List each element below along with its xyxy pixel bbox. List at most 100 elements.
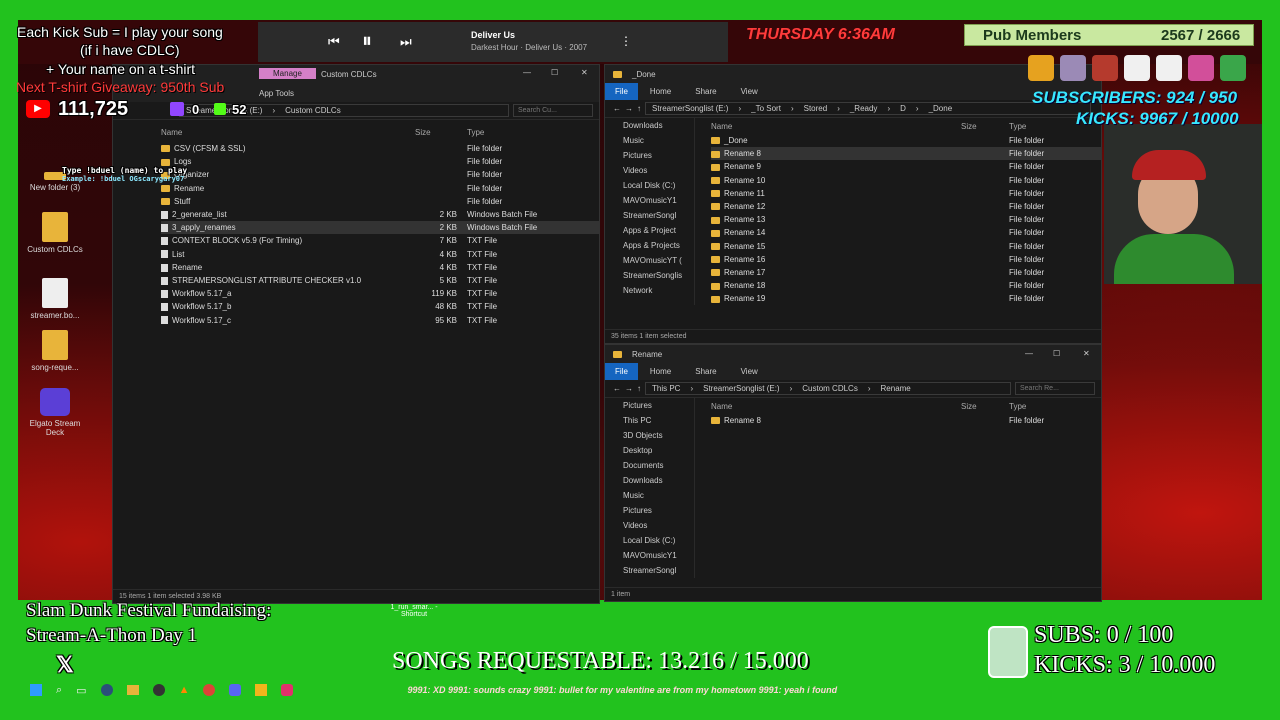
up-arrow-icon[interactable]: ↑	[637, 384, 641, 393]
maximize-icon[interactable]: ☐	[551, 68, 558, 77]
breadcrumb-item[interactable]: _Done	[929, 104, 953, 113]
app-icon[interactable]	[255, 684, 268, 696]
desktop-icon-song-request[interactable]: song-reque...	[20, 330, 90, 372]
column-name[interactable]: Name	[711, 402, 961, 411]
desktop-icon-custom-cdlcs[interactable]: Custom CDLCs	[20, 212, 90, 254]
maximize-icon[interactable]: ☐	[1053, 349, 1060, 358]
folder-row[interactable]: Rename 16 File folder	[711, 253, 1101, 266]
file-row[interactable]: CSV (CFSM & SSL) File folder	[161, 142, 599, 155]
task-view-icon[interactable]: ▭	[76, 684, 86, 697]
file-row[interactable]: Organizer File folder	[161, 168, 599, 181]
app-tools-tab[interactable]: App Tools	[259, 89, 294, 98]
folder-row[interactable]: Rename 18 File folder	[711, 279, 1101, 292]
breadcrumb-item[interactable]: D	[900, 104, 906, 113]
nav-item[interactable]: StreamerSongl	[605, 563, 694, 578]
folder-row[interactable]: Rename 14 File folder	[711, 226, 1101, 239]
column-name[interactable]: Name	[161, 128, 415, 137]
file-row[interactable]: Rename File folder	[161, 182, 599, 195]
file-row[interactable]: CONTEXT BLOCK v5.9 (For Timing) 7 KB TXT F…	[161, 234, 599, 247]
obs-icon[interactable]	[152, 684, 165, 696]
ribbon-tab-file[interactable]: File	[605, 363, 638, 380]
nav-item[interactable]: Network	[605, 283, 694, 298]
instagram-icon[interactable]	[281, 684, 294, 696]
ribbon-tab-home[interactable]: Home	[638, 87, 683, 96]
ribbon-tab-share[interactable]: Share	[683, 367, 728, 376]
file-row[interactable]: Workflow 5.17_a 119 KB TXT File	[161, 287, 599, 300]
file-row[interactable]: List 4 KB TXT File	[161, 248, 599, 261]
column-type[interactable]: Type	[1009, 402, 1026, 411]
file-row[interactable]: Workflow 5.17_b 48 KB TXT File	[161, 300, 599, 313]
nav-item[interactable]: Music	[605, 488, 694, 503]
forward-arrow-icon[interactable]: →	[625, 384, 633, 393]
breadcrumb-item[interactable]: _Ready	[850, 104, 878, 113]
breadcrumb-item[interactable]: Custom CDLCs	[802, 384, 858, 393]
ribbon-tab-file[interactable]: File	[605, 83, 638, 100]
file-explorer-icon[interactable]	[126, 685, 139, 695]
folder-row[interactable]: Rename 10 File folder	[711, 174, 1101, 187]
previous-track-icon[interactable]: ⏮	[328, 34, 340, 50]
nav-item[interactable]: Local Disk (C:)	[605, 533, 694, 548]
desktop-icon-stream-deck[interactable]: Elgato Stream Deck	[20, 388, 90, 437]
file-row[interactable]: 2_generate_list 2 KB Windows Batch File	[161, 208, 599, 221]
folder-row[interactable]: Rename 12 File folder	[711, 200, 1101, 213]
nav-item[interactable]: Pictures	[605, 503, 694, 518]
search-input[interactable]: Search Re...	[1015, 382, 1095, 395]
shortcut-label[interactable]: 1_run_smar... - Shortcut	[384, 604, 444, 618]
search-icon[interactable]: ⌕	[56, 684, 62, 697]
close-icon[interactable]: ✕	[581, 68, 588, 77]
column-name[interactable]: Name	[711, 122, 961, 131]
breadcrumb[interactable]: This PC › StreamerSonglist (E:) › Custom CDL…	[645, 382, 1011, 395]
vlc-icon[interactable]: ▲	[179, 684, 190, 696]
ribbon-tab-share[interactable]: Share	[683, 87, 728, 96]
breadcrumb-item[interactable]: StreamerSonglist (E:)	[703, 384, 779, 393]
folder-row[interactable]: Rename 19 File folder	[711, 292, 1101, 305]
column-size[interactable]: Size	[961, 402, 1009, 411]
back-arrow-icon[interactable]: ←	[613, 384, 621, 393]
forward-arrow-icon[interactable]: →	[625, 104, 633, 113]
file-row[interactable]: Rename 4 KB TXT File	[161, 261, 599, 274]
folder-row[interactable]: Rename 9 File folder	[711, 160, 1101, 173]
breadcrumb[interactable]: StreamerSonglist (E:) › Custom CDLCs	[179, 104, 509, 117]
ribbon-tab-home[interactable]: Home	[638, 367, 683, 376]
ribbon-tab-view[interactable]: View	[729, 87, 770, 96]
desktop-icon-streamer-bot[interactable]: streamer.bo...	[20, 278, 90, 320]
back-arrow-icon[interactable]: ←	[613, 104, 621, 113]
manage-tab[interactable]: Manage	[259, 68, 316, 79]
breadcrumb[interactable]: StreamerSonglist (E:) › _To Sort › Stored › _R…	[645, 102, 1091, 115]
minimize-icon[interactable]: —	[523, 68, 531, 77]
file-row[interactable]: STREAMERSONGLIST ATTRIBUTE CHECKER v1.0 5…	[161, 274, 599, 287]
nav-item[interactable]: StreamerSongl	[605, 208, 694, 223]
nav-item[interactable]: Desktop	[605, 443, 694, 458]
folder-row[interactable]: Rename 8 File folder	[711, 147, 1101, 161]
column-size[interactable]: Size	[961, 122, 1009, 131]
start-icon[interactable]	[30, 684, 42, 696]
close-icon[interactable]: ✕	[1083, 349, 1090, 358]
nav-item[interactable]: Pictures	[605, 148, 694, 163]
column-type[interactable]: Type	[467, 128, 484, 137]
steam-icon[interactable]	[100, 684, 113, 696]
file-row[interactable]: Workflow 5.17_c 95 KB TXT File	[161, 313, 599, 326]
nav-item[interactable]: Pictures	[605, 398, 694, 413]
minimize-icon[interactable]: —	[1025, 349, 1033, 358]
breadcrumb-item[interactable]: Custom CDLCs	[285, 106, 341, 115]
folder-row[interactable]: Rename 8 File folder	[711, 414, 1101, 427]
nav-item[interactable]: Local Disk (C:)	[605, 178, 694, 193]
nav-item[interactable]: Downloads	[605, 118, 694, 133]
folder-row[interactable]: Rename 15 File folder	[711, 240, 1101, 253]
breadcrumb-item[interactable]: StreamerSonglist (E:)	[652, 104, 728, 113]
more-options-icon[interactable]: ⋮	[620, 34, 632, 48]
breadcrumb-item[interactable]: This PC	[652, 384, 680, 393]
pause-icon[interactable]: ⏸	[362, 30, 372, 53]
ribbon-tab-view[interactable]: View	[729, 367, 770, 376]
up-arrow-icon[interactable]: ↑	[637, 104, 641, 113]
nav-item[interactable]: MAVOmusicY1	[605, 548, 694, 563]
breadcrumb-item[interactable]: _To Sort	[751, 104, 781, 113]
breadcrumb-item[interactable]: Rename	[881, 384, 911, 393]
nav-item[interactable]: 3D Objects	[605, 428, 694, 443]
column-size[interactable]: Size	[415, 128, 467, 137]
discord-icon[interactable]	[229, 684, 242, 696]
file-row[interactable]: Logs File folder	[161, 155, 599, 168]
nav-item[interactable]: Apps & Project	[605, 223, 694, 238]
next-track-icon[interactable]: ⏭	[400, 34, 412, 50]
column-type[interactable]: Type	[1009, 122, 1026, 131]
